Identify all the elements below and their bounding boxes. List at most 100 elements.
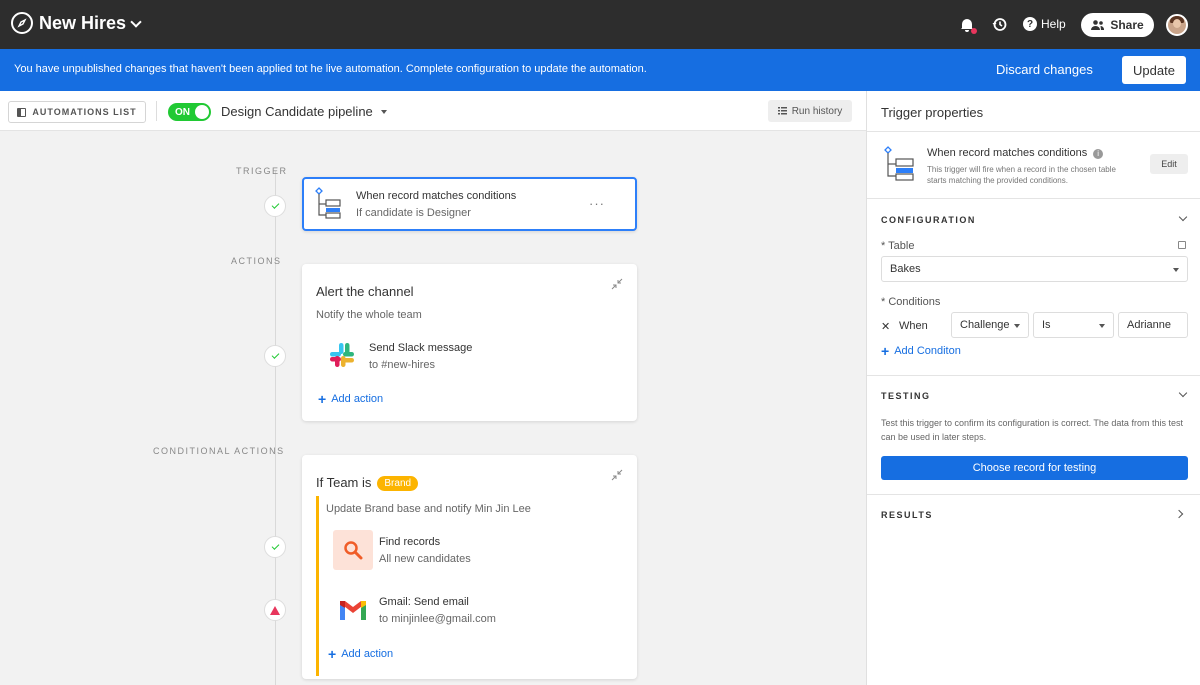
base-title-text: New Hires — [39, 13, 127, 33]
gmail-icon — [340, 601, 366, 620]
condition-value-text: Adrianne — [1127, 319, 1172, 331]
trigger-properties-title-text: When record matches conditions — [927, 147, 1088, 159]
divider — [867, 375, 1200, 376]
divider — [867, 494, 1200, 495]
conditions-field-label: * Conditions — [881, 296, 941, 308]
base-title[interactable]: New Hires — [39, 13, 142, 34]
help-label: Help — [1041, 17, 1066, 31]
chevron-down-icon[interactable] — [1178, 388, 1188, 398]
trigger-subtitle: If candidate is Designer — [356, 207, 471, 219]
collapse-icon[interactable] — [611, 278, 623, 290]
table-select-value: Bakes — [890, 263, 921, 275]
add-action-button[interactable]: + Add action — [328, 645, 394, 662]
banner-message: You have unpublished changes that haven'… — [14, 63, 647, 75]
help-icon: ? — [1023, 17, 1037, 31]
history-icon[interactable] — [992, 17, 1007, 32]
automation-name: Design Candidate pipeline — [221, 104, 373, 119]
automations-list-button[interactable]: AUTOMATIONS LIST — [8, 101, 146, 123]
table-field-label: * Table — [881, 240, 915, 252]
find-status-check-icon — [264, 536, 286, 558]
conditional-card[interactable]: If Team is Brand Update Brand base and no… — [302, 455, 637, 679]
trigger-card[interactable]: When record matches conditions If candid… — [302, 177, 637, 231]
more-options-icon[interactable]: ··· — [589, 196, 605, 211]
run-history-label: Run history — [791, 105, 843, 117]
plus-icon: + — [328, 645, 337, 662]
choose-record-button[interactable]: Choose record for testing — [881, 456, 1188, 480]
find-records-title: Find records — [379, 536, 441, 548]
toggle-knob — [195, 105, 209, 119]
update-button[interactable]: Update — [1122, 56, 1186, 84]
divider — [867, 198, 1200, 199]
automation-canvas: TRIGGER ACTIONS CONDITIONAL ACTIONS When… — [0, 131, 866, 685]
chevron-down-icon[interactable] — [1178, 212, 1188, 222]
run-history-button[interactable]: Run history — [768, 100, 852, 122]
avatar[interactable] — [1166, 14, 1188, 36]
panel-title: Trigger properties — [881, 105, 984, 120]
slack-step-title: Send Slack message — [369, 342, 473, 354]
chevron-right-icon[interactable] — [1174, 509, 1184, 519]
results-section-header[interactable]: RESULTS — [881, 510, 933, 520]
testing-section-header[interactable]: TESTING — [881, 391, 931, 401]
condition-field-select[interactable]: Challenge — [951, 312, 1029, 338]
add-action-button[interactable]: + Add action — [318, 390, 384, 407]
condition-value-input[interactable]: Adrianne — [1118, 312, 1188, 338]
trigger-table-icon — [884, 146, 914, 181]
condition-branch-bar — [316, 496, 319, 676]
alert-card-subtitle: Notify the whole team — [316, 309, 422, 321]
alert-channel-card[interactable]: Alert the channel Notify the whole team … — [302, 264, 637, 421]
notification-badge — [971, 28, 977, 34]
open-external-icon[interactable] — [1178, 241, 1186, 249]
trigger-description: This trigger will fire when a record in … — [927, 165, 1116, 185]
configuration-section-header[interactable]: CONFIGURATION — [881, 215, 976, 225]
caret-down-icon — [1099, 324, 1105, 328]
top-bar: New Hires ? Help Share — [0, 0, 1200, 49]
notifications-bell-icon[interactable] — [958, 16, 977, 34]
help-button[interactable]: ? Help — [1023, 17, 1066, 31]
find-records-subtitle: All new candidates — [379, 553, 471, 565]
unpublished-changes-banner: You have unpublished changes that haven'… — [0, 49, 1200, 91]
plus-icon: + — [881, 342, 890, 359]
collapse-icon[interactable] — [611, 469, 623, 481]
trigger-title: When record matches conditions — [356, 190, 517, 202]
alert-card-title: Alert the channel — [316, 284, 414, 299]
share-label: Share — [1110, 18, 1144, 32]
list-icon — [777, 107, 787, 115]
add-condition-button[interactable]: + Add Conditon — [881, 342, 961, 359]
automations-list-label: AUTOMATIONS LIST — [32, 107, 137, 117]
table-select[interactable]: Bakes — [881, 256, 1188, 282]
slack-step-subtitle: to #new-hires — [369, 359, 436, 371]
automation-name-dropdown[interactable]: Design Candidate pipeline — [221, 104, 387, 119]
compass-icon[interactable] — [11, 12, 33, 34]
share-button[interactable]: Share — [1081, 13, 1154, 37]
trigger-status-check-icon — [264, 195, 286, 217]
condition-when-label: When — [899, 320, 928, 332]
edit-trigger-button[interactable]: Edit — [1150, 154, 1188, 174]
search-icon — [333, 530, 373, 570]
add-condition-label: Add Conditon — [894, 345, 961, 357]
gmail-status-warning-icon — [264, 599, 286, 621]
testing-description: Test this trigger to confirm its configu… — [881, 418, 1183, 442]
gmail-step-subtitle: to minjinlee@gmail.com — [379, 613, 496, 625]
slack-icon — [330, 343, 354, 367]
divider — [867, 131, 1200, 132]
actions-section-label: ACTIONS — [231, 256, 282, 266]
trigger-properties-panel: Trigger properties When record matches c… — [866, 91, 1200, 685]
automation-toolbar: AUTOMATIONS LIST ON Design Candidate pip… — [0, 91, 866, 131]
automation-on-toggle[interactable]: ON — [168, 103, 211, 121]
add-action-label: Add action — [331, 393, 384, 405]
discard-changes-button[interactable]: Discard changes — [996, 62, 1093, 77]
condition-operator-select[interactable]: Is — [1033, 312, 1114, 338]
remove-condition-icon[interactable]: ✕ — [881, 320, 890, 333]
plus-icon: + — [318, 390, 327, 407]
conditional-card-title: If Team is Brand — [316, 475, 419, 491]
caret-down-icon — [1014, 324, 1020, 328]
people-icon — [1091, 20, 1105, 30]
trigger-properties-title: When record matches conditions i — [927, 147, 1104, 159]
info-icon[interactable]: i — [1093, 149, 1104, 159]
conditional-card-subtitle: Update Brand base and notify Min Jin Lee — [326, 503, 531, 515]
conditional-actions-section-label: CONDITIONAL ACTIONS — [153, 446, 285, 456]
add-action-label: Add action — [341, 648, 394, 660]
gmail-step-title: Gmail: Send email — [379, 596, 469, 608]
slack-status-check-icon — [264, 345, 286, 367]
condition-field-value: Challenge — [960, 319, 1010, 331]
